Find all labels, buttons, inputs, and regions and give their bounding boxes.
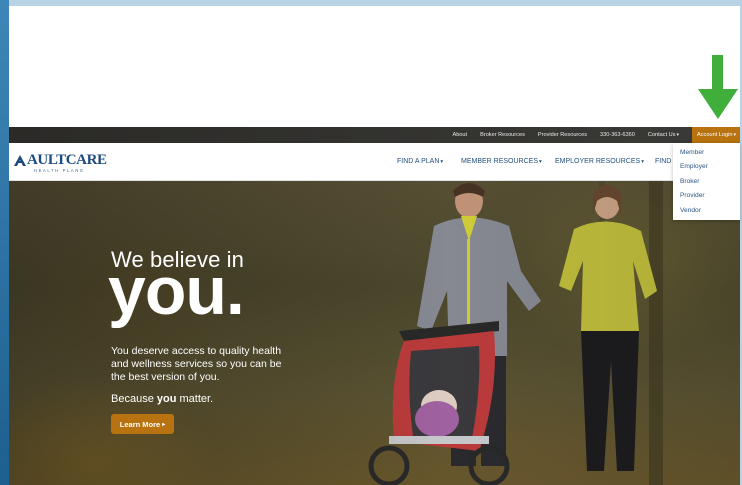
dropdown-item-provider[interactable]: Provider	[673, 190, 740, 204]
nav-member-resources[interactable]: MEMBER RESOURCES▾	[461, 158, 542, 165]
hero-body-text: You deserve access to quality health and…	[111, 345, 282, 383]
logo-tagline: HEALTH PLANS	[34, 168, 85, 173]
aultcare-logo[interactable]: AULTCARE HEALTH PLANS	[14, 152, 107, 174]
blank-area	[9, 6, 740, 127]
caret-down-icon: ▾	[641, 159, 644, 165]
caret-down-icon: ▾	[539, 159, 542, 165]
hero-headline-line2: you.	[108, 253, 245, 329]
dropdown-item-vendor[interactable]: Vendor	[673, 205, 740, 219]
caret-down-icon: ▾	[440, 159, 444, 165]
aultcare-mark-icon	[14, 155, 26, 166]
account-login-label: Account Login	[697, 132, 733, 138]
account-login-dropdown: Member Employer Broker Provider Vendor	[673, 143, 740, 220]
dropdown-item-member[interactable]: Member	[673, 147, 740, 161]
green-down-arrow-icon	[698, 55, 738, 119]
contact-us-menu[interactable]: Contact Us▾	[648, 132, 679, 138]
nav-employer-resources-label: EMPLOYER RESOURCES	[555, 158, 641, 165]
utility-link-about[interactable]: About	[452, 132, 467, 138]
learn-more-button[interactable]: Learn More ▸	[111, 414, 174, 434]
caret-down-icon: ▾	[733, 132, 736, 138]
hero-tagline-suffix: matter.	[176, 393, 214, 405]
caret-right-icon: ▸	[162, 421, 166, 428]
nav-employer-resources[interactable]: EMPLOYER RESOURCES▾	[555, 158, 644, 165]
hero-overlay	[9, 181, 740, 485]
utility-link-broker-resources[interactable]: Broker Resources	[480, 132, 525, 138]
utility-bar: About Broker Resources Provider Resource…	[9, 127, 740, 143]
learn-more-label: Learn More	[119, 419, 161, 429]
caret-down-icon: ▾	[676, 132, 680, 138]
nav-find[interactable]: FIND	[655, 158, 671, 165]
window-frame-left	[0, 0, 9, 485]
nav-find-a-plan-label: FIND A PLAN	[397, 158, 440, 165]
contact-us-label: Contact Us	[647, 132, 676, 138]
hero-tagline-emphasis: you	[156, 393, 177, 405]
account-login-button[interactable]: Account Login ▾	[692, 127, 740, 143]
utility-phone-number[interactable]: 330-363-6360	[600, 132, 635, 138]
nav-member-resources-label: MEMBER RESOURCES	[461, 158, 539, 165]
main-navigation: AULTCARE HEALTH PLANS FIND A PLAN▾ MEMBE…	[9, 143, 740, 181]
dropdown-item-employer[interactable]: Employer	[673, 161, 740, 175]
hero-tagline: Because you matter.	[111, 393, 213, 405]
utility-link-provider-resources[interactable]: Provider Resources	[538, 132, 587, 138]
nav-find-a-plan[interactable]: FIND A PLAN▾	[397, 158, 443, 165]
dropdown-item-broker[interactable]: Broker	[673, 176, 740, 190]
hero-banner: We believe in you. You deserve access to…	[9, 181, 740, 485]
logo-wordmark: AULTCARE	[27, 152, 107, 168]
hero-tagline-prefix: Because	[111, 393, 157, 405]
